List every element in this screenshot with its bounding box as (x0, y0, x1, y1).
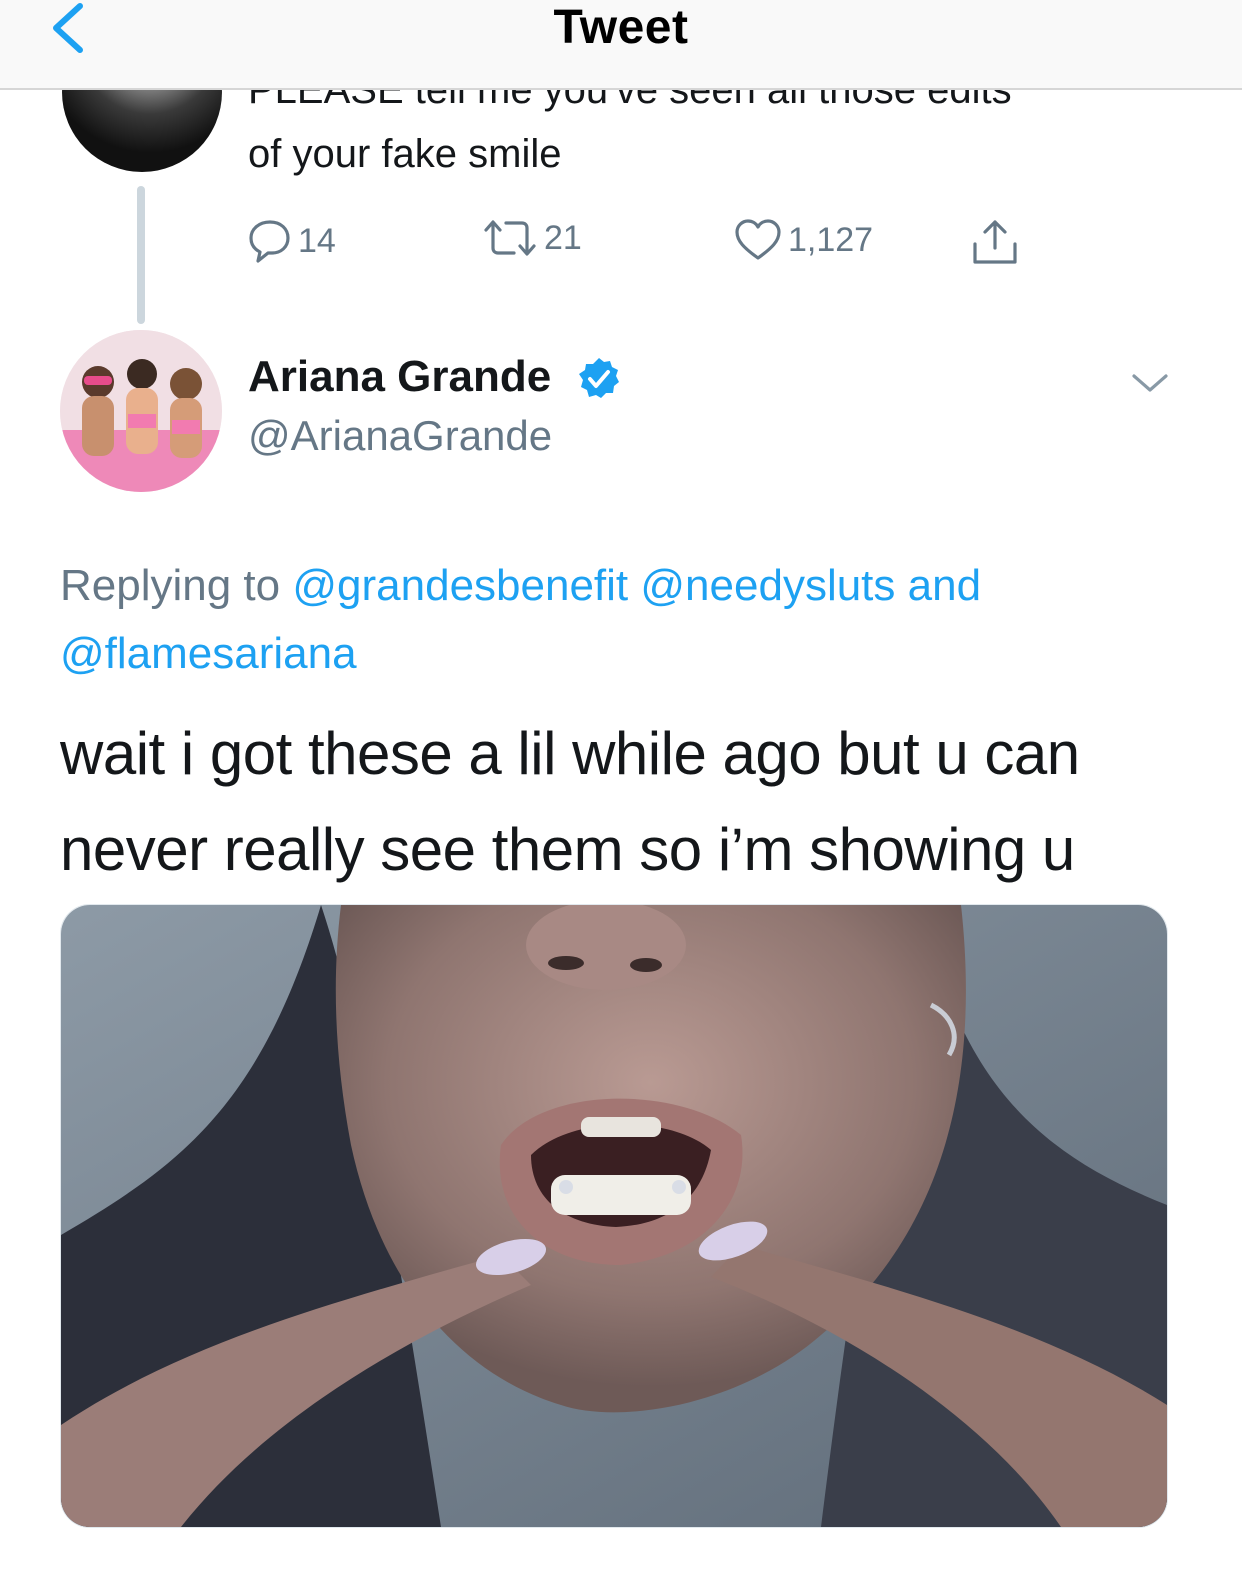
retweet-button[interactable]: 21 (482, 218, 582, 258)
verified-badge-icon (579, 358, 619, 398)
more-chevron-icon[interactable] (1128, 368, 1172, 398)
mention-link[interactable]: @needysluts (640, 561, 895, 610)
mention-and-link[interactable]: and (908, 561, 981, 610)
like-button[interactable]: 1,127 (734, 218, 873, 262)
navigation-bar: Tweet (0, 0, 1242, 90)
share-button[interactable] (970, 218, 1020, 268)
replying-to-line: Replying to @grandesbenefit @needysluts … (60, 552, 1180, 688)
like-count: 1,127 (788, 220, 874, 259)
tweet-photo[interactable] (60, 904, 1168, 1528)
retweet-count: 21 (544, 218, 582, 257)
reply-count: 14 (298, 221, 336, 260)
retweet-icon (484, 220, 536, 256)
thread-connector-line (137, 186, 145, 324)
share-icon (973, 220, 1017, 264)
mention-link[interactable]: @flamesariana (60, 629, 357, 678)
avatar-photo (60, 330, 222, 492)
author-display-name[interactable]: Ariana Grande (248, 352, 551, 402)
page-title: Tweet (553, 1, 689, 54)
replying-to-label: Replying to (60, 561, 281, 610)
mention-link[interactable]: @grandesbenefit (292, 561, 628, 610)
reply-icon (249, 220, 290, 263)
author-avatar[interactable] (60, 330, 222, 492)
tweet-body-text: wait i got these a lil while ago but u c… (60, 720, 1080, 883)
attached-photo-image (61, 905, 1167, 1527)
reply-button[interactable]: 14 (248, 218, 336, 264)
author-handle[interactable]: @ArianaGrande (248, 412, 552, 460)
like-heart-icon (735, 219, 781, 260)
